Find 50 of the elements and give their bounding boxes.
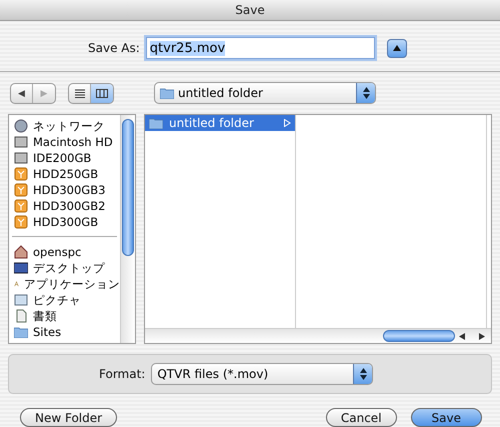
- desktop-icon: [14, 261, 28, 275]
- document-icon: [14, 309, 28, 323]
- save-as-label: Save As:: [88, 41, 140, 55]
- sidebar-item[interactable]: HDD250GB: [9, 166, 120, 182]
- horizontal-scrollbar[interactable]: [145, 328, 491, 343]
- sidebar-item[interactable]: Sites: [9, 324, 120, 340]
- sidebar-item[interactable]: IDE200GB: [9, 150, 120, 166]
- column-view-button[interactable]: [91, 84, 113, 102]
- save-button[interactable]: Save: [410, 408, 482, 427]
- sidebar-item[interactable]: アプリケーション: [9, 276, 120, 292]
- columns-icon: [96, 88, 108, 98]
- sidebar-item[interactable]: 書類: [9, 308, 120, 324]
- new-folder-button[interactable]: New Folder: [20, 408, 118, 427]
- external-drive-icon: [14, 215, 28, 229]
- format-popup[interactable]: QTVR files (*.mov): [151, 363, 374, 385]
- sidebar-item[interactable]: HDD300GB3: [9, 182, 120, 198]
- collapse-button[interactable]: [386, 38, 407, 58]
- format-label: Format:: [99, 367, 146, 381]
- external-drive-icon: [14, 167, 28, 181]
- folder-icon: [14, 326, 28, 338]
- stepper-icon: [362, 87, 370, 99]
- sidebar-item[interactable]: HDD300GB2: [9, 198, 120, 214]
- save-as-field[interactable]: qtvr25.mov: [146, 37, 375, 59]
- sidebar-item[interactable]: Macintosh HD: [9, 134, 120, 150]
- location-popup[interactable]: untitled folder: [154, 82, 376, 104]
- vertical-scrollbar[interactable]: [120, 115, 135, 343]
- folder-icon: [160, 87, 174, 99]
- sidebar-item[interactable]: HDD300GB: [9, 214, 120, 230]
- scroll-thumb[interactable]: [383, 330, 455, 342]
- folder-icon: [149, 117, 163, 129]
- sidebar-item[interactable]: openspc: [9, 244, 120, 260]
- cancel-button[interactable]: Cancel: [326, 408, 397, 427]
- back-button[interactable]: ◀: [11, 84, 33, 102]
- sidebar-item[interactable]: デスクトップ: [9, 260, 120, 276]
- sidebar-item[interactable]: ピクチャ: [9, 292, 120, 308]
- up-triangle-icon: [392, 45, 401, 51]
- house-icon: [14, 245, 28, 259]
- disclosure-arrow-icon: [284, 119, 291, 127]
- picture-frame-icon: [14, 293, 28, 307]
- folder-row[interactable]: untitled folder: [145, 115, 295, 131]
- scroll-arrows-icon: [459, 332, 485, 340]
- list-icon: [74, 88, 84, 98]
- stepper-icon: [360, 368, 367, 380]
- external-drive-icon: [14, 199, 28, 213]
- location-text: untitled folder: [178, 86, 263, 100]
- scroll-thumb[interactable]: [122, 119, 134, 256]
- sidebar-item[interactable]: ネットワーク: [9, 118, 120, 134]
- window-title: Save: [235, 3, 265, 17]
- globe-icon: [14, 119, 28, 133]
- external-drive-icon: [14, 183, 28, 197]
